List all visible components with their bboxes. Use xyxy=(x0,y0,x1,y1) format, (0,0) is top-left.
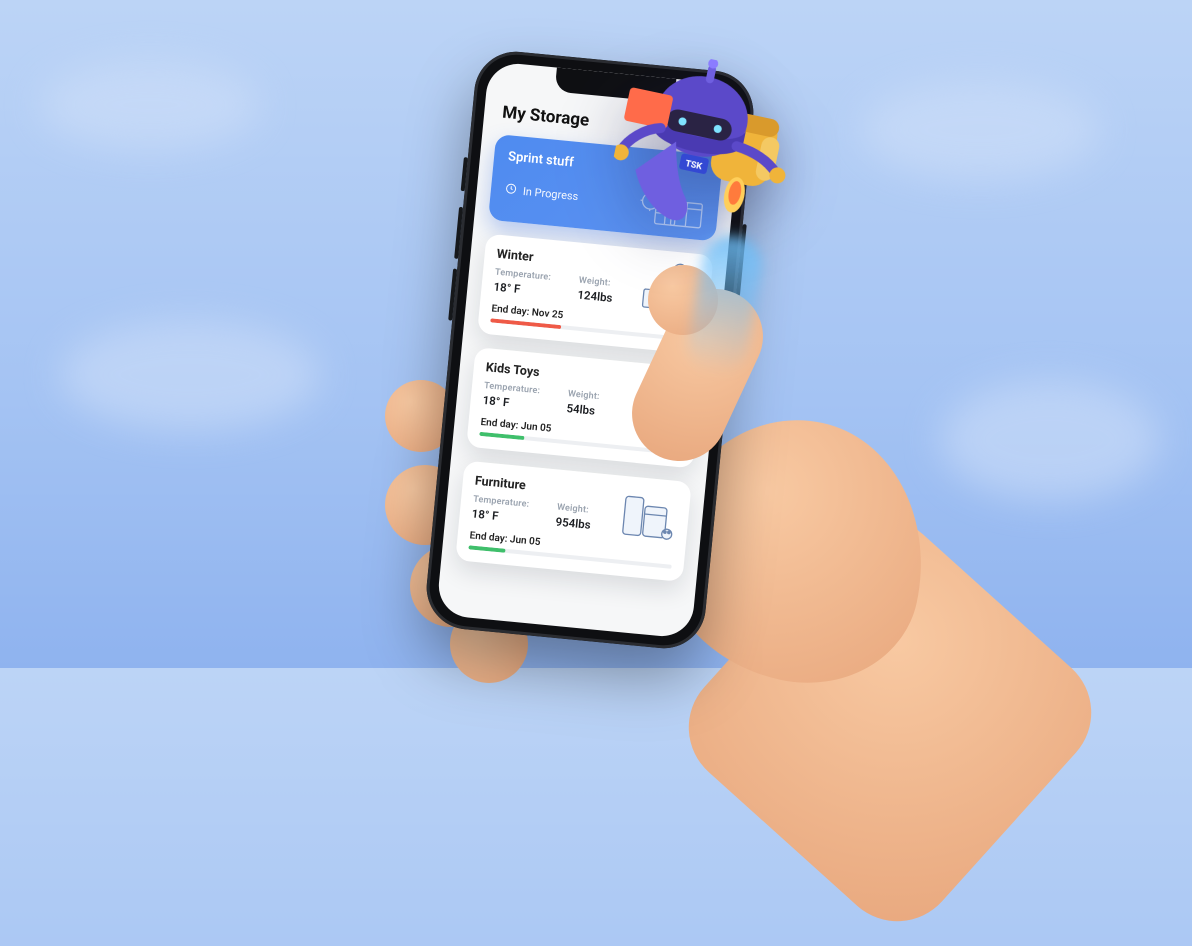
storage-card-furniture[interactable]: Furniture Temperature: 18° F Weight: 954… xyxy=(455,461,692,582)
promo-stage: My Storage Sprint stuff In Progress xyxy=(350,40,910,680)
metric-temperature: Temperature: 18° F xyxy=(493,268,551,299)
metric-weight: Weight: 124lbs xyxy=(577,276,614,305)
furniture-boxes-icon xyxy=(616,486,681,544)
weight-label: Weight: xyxy=(557,503,593,516)
temperature-value: 18° F xyxy=(471,506,528,525)
metric-temperature: Temperature: 18° F xyxy=(471,495,529,526)
clock-icon xyxy=(504,182,517,198)
weight-label: Weight: xyxy=(567,389,600,402)
winter-boxes-icon xyxy=(638,259,703,317)
metric-temperature: Temperature: 18° F xyxy=(482,381,540,412)
weight-value: 954lbs xyxy=(555,515,591,532)
temperature-value: 18° F xyxy=(493,280,550,299)
toys-boxes-icon xyxy=(627,372,692,430)
metric-weight: Weight: 54lbs xyxy=(566,389,600,418)
weight-label: Weight: xyxy=(578,276,614,289)
weight-value: 124lbs xyxy=(577,288,613,305)
storage-card-kids-toys[interactable]: Kids Toys Temperature: 18° F Weight: 54l… xyxy=(466,347,703,468)
temperature-value: 18° F xyxy=(482,393,539,412)
hero-status-text: In Progress xyxy=(522,185,579,203)
metric-weight: Weight: 954lbs xyxy=(555,503,592,532)
weight-value: 54lbs xyxy=(566,401,599,418)
